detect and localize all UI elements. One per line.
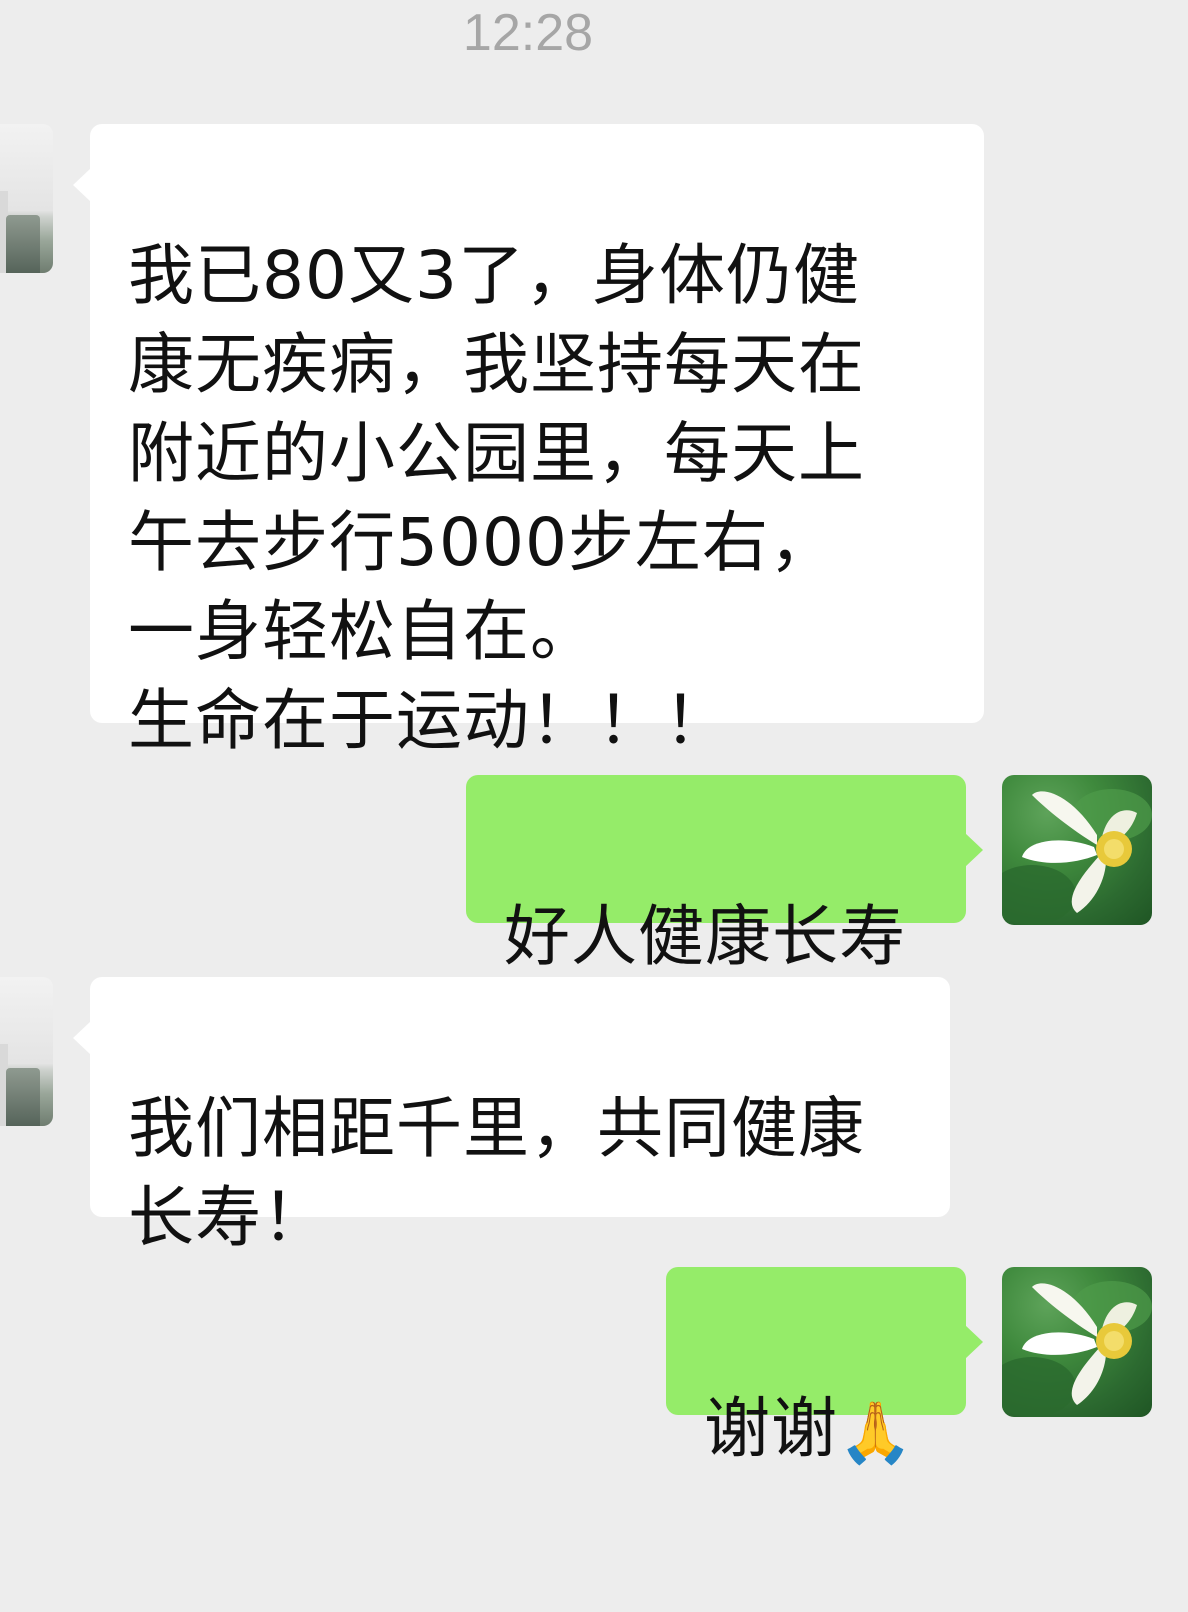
contact-avatar[interactable]	[0, 124, 53, 273]
outgoing-message-bubble[interactable]: 好人健康长寿	[466, 775, 983, 975]
avatar-building-shape	[6, 1068, 40, 1126]
lotus-flower-icon	[1002, 789, 1152, 925]
message-text: 我已80又3了，身体仍健 康无疾病，我坚持每天在 附近的小公园里，每天上 午去步…	[128, 237, 865, 759]
chat-timestamp: 12:28	[462, 4, 594, 62]
incoming-message-bubble[interactable]: 我们相距千里，共同健康 长寿！	[73, 977, 950, 1256]
message-text: 我们相距千里，共同健康 长寿！	[128, 1090, 865, 1256]
my-avatar[interactable]	[1002, 775, 1152, 925]
contact-avatar[interactable]	[0, 977, 53, 1126]
my-avatar[interactable]	[1002, 1267, 1152, 1417]
message-text: 好人健康长寿	[504, 898, 906, 975]
folded-hands-emoji-icon: 🙏	[838, 1398, 914, 1468]
incoming-message-bubble[interactable]: 我已80又3了，身体仍健 康无疾病，我坚持每天在 附近的小公园里，每天上 午去步…	[73, 124, 984, 759]
message-text: 谢谢	[704, 1390, 838, 1467]
lotus-flower-icon	[1002, 1281, 1152, 1417]
outgoing-message-bubble[interactable]: 谢谢🙏	[666, 1267, 983, 1468]
avatar-building-shape	[6, 215, 40, 273]
